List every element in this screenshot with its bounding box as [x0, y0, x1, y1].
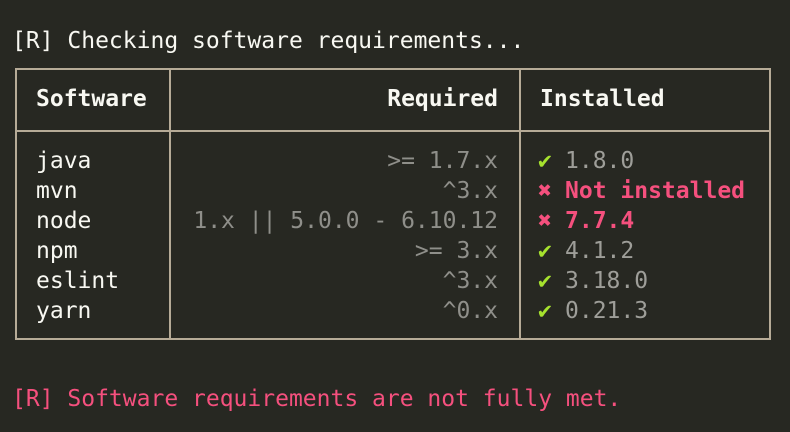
table-body: java >= 1.7.x ✔ 1.8.0 mvn ^3.x ✖ Not insta… [17, 146, 769, 326]
required-version: >= 3.x [414, 238, 498, 264]
installed-version: 0.21.3 [565, 298, 649, 324]
installed-status: ✔ 1.8.0 [538, 146, 634, 176]
column-header-software: Software [36, 86, 147, 112]
column-header-required: Required [387, 86, 498, 112]
software-name: java [36, 148, 92, 174]
required-version: ^3.x [442, 268, 498, 294]
checkmark-icon: ✔ [538, 238, 552, 264]
checkmark-icon: ✔ [538, 268, 552, 294]
installed-version: Not installed [565, 178, 746, 204]
table-row: eslint ^3.x ✔ 3.18.0 [17, 266, 769, 296]
header-divider [17, 130, 769, 132]
column-header-installed: Installed [540, 86, 665, 112]
software-name: node [36, 208, 92, 234]
required-version: ^3.x [442, 178, 498, 204]
requirements-table: Software Required Installed java >= 1.7.… [15, 68, 771, 340]
installed-status: ✖ Not installed [538, 176, 745, 206]
table-row: yarn ^0.x ✔ 0.21.3 [17, 296, 769, 326]
installed-version: 4.1.2 [565, 238, 635, 264]
installed-status: ✔ 4.1.2 [538, 236, 634, 266]
installed-version: 7.7.4 [565, 208, 635, 234]
table-row: mvn ^3.x ✖ Not installed [17, 176, 769, 206]
installed-status: ✖ 7.7.4 [538, 206, 634, 236]
status-header-line: [R] Checking software requirements... [12, 28, 525, 54]
checkmark-icon: ✔ [538, 148, 552, 174]
required-version: 1.x || 5.0.0 - 6.10.12 [193, 208, 498, 234]
checkmark-icon: ✔ [538, 298, 552, 324]
cross-icon: ✖ [538, 208, 552, 234]
status-footer-line: [R] Software requirements are not fully … [12, 386, 622, 412]
required-version: >= 1.7.x [387, 148, 498, 174]
installed-version: 1.8.0 [565, 148, 635, 174]
installed-status: ✔ 0.21.3 [538, 296, 648, 326]
cross-icon: ✖ [538, 178, 552, 204]
table-row: node 1.x || 5.0.0 - 6.10.12 ✖ 7.7.4 [17, 206, 769, 236]
software-name: npm [36, 238, 78, 264]
required-version: ^0.x [442, 298, 498, 324]
installed-status: ✔ 3.18.0 [538, 266, 648, 296]
terminal-window: [R] Checking software requirements... So… [0, 0, 790, 432]
software-name: yarn [36, 298, 92, 324]
installed-version: 3.18.0 [565, 268, 649, 294]
software-name: mvn [36, 178, 78, 204]
table-row: java >= 1.7.x ✔ 1.8.0 [17, 146, 769, 176]
table-row: npm >= 3.x ✔ 4.1.2 [17, 236, 769, 266]
software-name: eslint [36, 268, 120, 294]
